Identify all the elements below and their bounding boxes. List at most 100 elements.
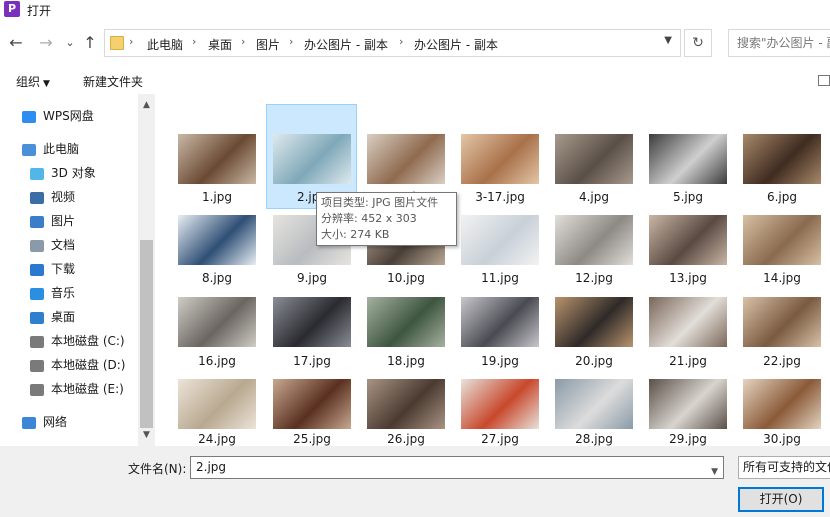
breadcrumb-item[interactable]: 图片 [256,36,280,53]
file-name: 25.jpg [293,432,331,446]
file-name: 8.jpg [201,271,233,285]
organize-button[interactable]: 组织 ▼ [16,73,50,90]
file-name: 12.jpg [575,271,613,285]
window-title: 打开 [27,4,52,18]
file-thumbnail [555,297,633,347]
file-name: 17.jpg [293,354,331,368]
computer-icon [22,143,36,156]
file-thumbnail [649,297,727,347]
forward-button[interactable]: → [36,33,56,53]
file-thumbnail [555,215,633,265]
sidebar-item-label: 本地磁盘 (C:) [51,334,125,348]
view-options-icon[interactable] [818,75,830,86]
sidebar-item-label: 本地磁盘 (D:) [51,358,126,372]
recent-locations-icon[interactable]: ⌄ [60,33,80,53]
sidebar-item[interactable]: 文档 [30,234,75,256]
filetype-select[interactable]: 所有可支持的文件 [738,456,830,479]
sidebar-item-label: 3D 对象 [51,166,96,180]
chevron-down-icon[interactable]: ▼ [664,35,672,46]
file-name: 30.jpg [763,432,801,446]
file-thumbnail [367,379,445,429]
new-folder-button[interactable]: 新建文件夹 [83,73,143,90]
file-thumbnail [743,134,821,184]
sidebar-item[interactable]: 桌面 [30,306,75,328]
sidebar-item[interactable]: 本地磁盘 (E:) [30,378,124,400]
sidebar-item[interactable]: 3D 对象 [30,162,96,184]
file-thumbnail [555,134,633,184]
up-button[interactable]: ↑ [80,33,100,53]
chevron-down-icon[interactable]: ▼ [711,462,718,483]
file-thumbnail [743,297,821,347]
breadcrumb-item[interactable]: 办公图片 - 副本 [414,36,498,53]
search-input[interactable]: 搜索"办公图片 - 副本" [728,29,830,57]
file-name: 18.jpg [387,354,425,368]
chevron-right-icon[interactable]: › [192,35,196,48]
tooltip-type: 项目类型: JPG 图片文件 [321,196,439,209]
breadcrumb-item[interactable]: 此电脑 [147,36,183,53]
sidebar-item-label: 下载 [51,262,76,276]
file-name: 29.jpg [669,432,707,446]
file-thumbnail [461,379,539,429]
tooltip-resolution: 分辨率: 452 x 303 [321,212,417,225]
file-name: 24.jpg [198,432,236,446]
sidebar-item[interactable]: 此电脑 [22,138,79,160]
file-name: 21.jpg [669,354,707,368]
app-icon: P [4,1,20,17]
breadcrumb-item[interactable]: 桌面 [208,36,232,53]
chevron-right-icon[interactable]: › [129,35,133,48]
folder-icon [110,36,124,50]
organize-label: 组织 [16,75,41,89]
file-name: 19.jpg [481,354,519,368]
scroll-up-arrow-icon[interactable]: ▲ [138,100,155,110]
sidebar-item[interactable]: 图片 [30,210,75,232]
sidebar-item-label: 本地磁盘 (E:) [51,382,124,396]
sidebar-item[interactable]: 视频 [30,186,75,208]
sidebar-item-label: 音乐 [51,286,76,300]
file-name: 28.jpg [575,432,613,446]
file-thumbnail [649,379,727,429]
cloud-icon [22,110,36,123]
bottom-panel: 文件名(N): 2.jpg ▼ 所有可支持的文件 打开(O) [0,446,830,517]
file-thumbnail [743,215,821,265]
file-name: 20.jpg [575,354,613,368]
sidebar-item[interactable]: 本地磁盘 (C:) [30,330,125,352]
file-name: 13.jpg [669,271,707,285]
file-thumbnail [367,297,445,347]
scroll-down-arrow-icon[interactable]: ▼ [138,430,155,440]
file-name: 6.jpg [766,190,798,204]
file-name: 26.jpg [387,432,425,446]
drive-icon [30,359,44,372]
sidebar-item-label: 桌面 [51,310,76,324]
navigation-pane: WPS网盘此电脑 3D 对象视频图片文档下载音乐桌面本地磁盘 (C:) 本地磁盘 (… [0,94,155,446]
sidebar-item[interactable]: 网络 [22,411,67,433]
file-thumbnail [743,379,821,429]
sidebar-item[interactable]: 下载 [30,258,75,280]
tooltip-size: 大小: 274 KB [321,228,390,241]
file-thumbnail [273,379,351,429]
chevron-right-icon[interactable]: › [289,35,293,48]
back-button[interactable]: ← [6,33,26,53]
chevron-right-icon[interactable]: › [399,35,403,48]
sidebar-item[interactable]: WPS网盘 [22,105,94,127]
file-thumbnail [461,215,539,265]
chevron-right-icon[interactable]: › [241,35,245,48]
music-icon [30,287,44,300]
desktop-icon [30,311,44,324]
sidebar-item-label: 图片 [51,214,76,228]
filename-input[interactable]: 2.jpg ▼ [190,456,724,479]
file-thumbnail [461,134,539,184]
address-bar[interactable]: › 此电脑 › 桌面 › 图片 › 办公图片 - 副本 › 办公图片 - 副本 … [104,29,681,57]
refresh-button[interactable]: ↻ [684,29,712,57]
sidebar-item[interactable]: 音乐 [30,282,75,304]
filename-value: 2.jpg [196,460,227,474]
sidebar-item-label: 网络 [43,415,68,429]
video-icon [30,191,44,204]
cube-icon [30,167,44,180]
file-name: 4.jpg [578,190,610,204]
file-name: 10.jpg [387,271,425,285]
open-button[interactable]: 打开(O) [738,487,824,512]
sidebar-scroll-thumb[interactable] [140,240,153,428]
file-thumbnail [178,297,256,347]
sidebar-item[interactable]: 本地磁盘 (D:) [30,354,125,376]
breadcrumb-item[interactable]: 办公图片 - 副本 [304,36,388,53]
